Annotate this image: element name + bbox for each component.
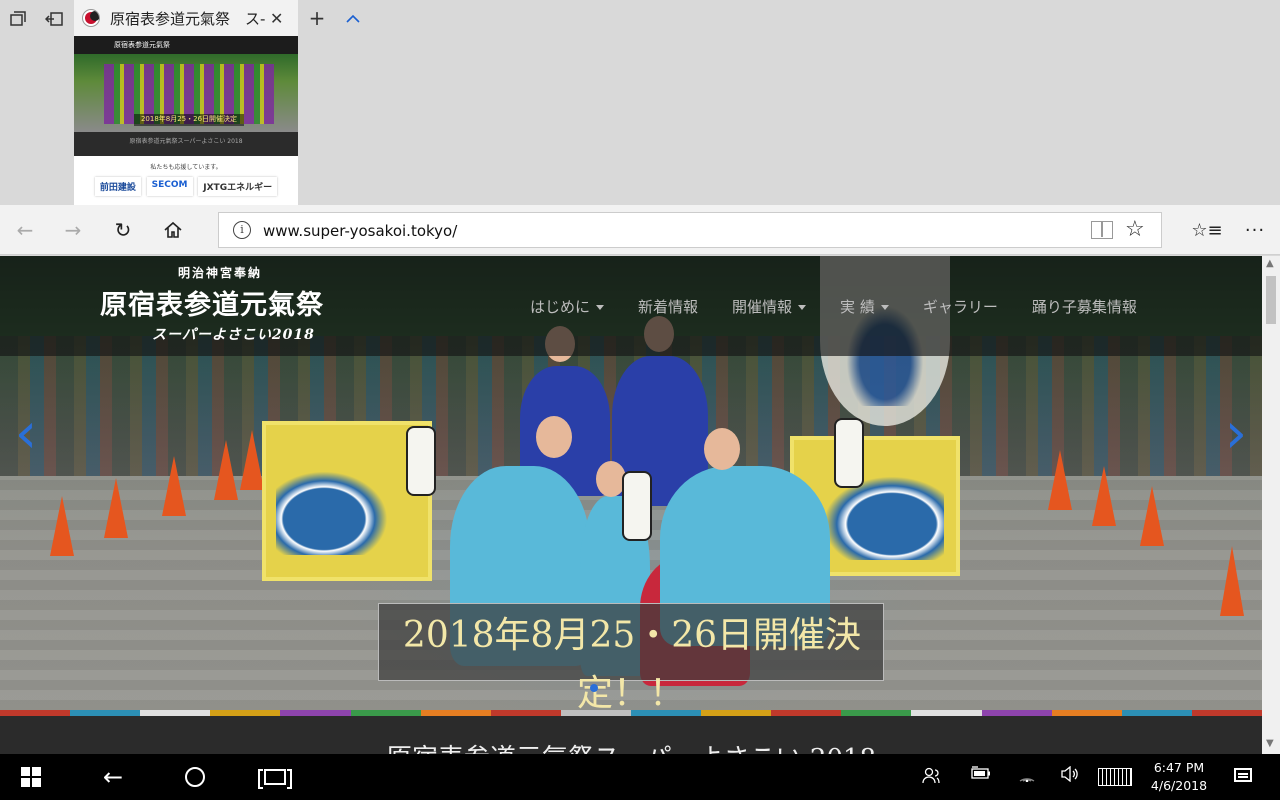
menu-item-dancer-recruitment[interactable]: 踊り子募集情報: [1032, 296, 1137, 317]
preview-sponsor-logos: 前田建設 SECOM JXTGエネルギー: [74, 177, 298, 196]
hub-favorites-icon[interactable]: ☆≡: [1191, 215, 1222, 245]
wifi-icon[interactable]: [1018, 766, 1036, 786]
preview-header: 原宿表参道元氣祭: [74, 36, 298, 54]
windows-taskbar: ← 6:47 PM 4/6/2018: [0, 754, 1280, 800]
tab-title: 原宿表参道元氣祭 ス‐: [110, 9, 266, 28]
close-tab-icon[interactable]: ✕: [270, 9, 283, 28]
chevron-down-icon: [596, 305, 605, 310]
preview-photo: 2018年8月25・26日開催決定: [74, 54, 298, 132]
menu-label: 開催情報: [732, 298, 793, 316]
active-tab[interactable]: 原宿表参道元氣祭 ス‐ ✕ 原宿表参道元氣祭 2018年8月25・26日開催決定…: [74, 0, 298, 205]
dancer-face: [536, 416, 572, 458]
battery-icon[interactable]: [970, 766, 992, 784]
start-button[interactable]: [16, 762, 46, 792]
logo-title: 原宿表参道元氣祭: [100, 290, 324, 321]
intro-section: 原宿表参道元氣祭スーパーよさこい 2018: [0, 716, 1262, 754]
logo-subtitle: スーパーよさこい2018: [152, 327, 315, 343]
slider-next-arrow-icon[interactable]: ›: [1216, 406, 1256, 462]
tab-preview[interactable]: 原宿表参道元氣祭 2018年8月25・26日開催決定 原宿表参道元氣祭スーパーよ…: [74, 36, 298, 205]
menu-label: ギャラリー: [922, 298, 998, 316]
page-scrollbar[interactable]: ▲ ▼: [1262, 256, 1280, 754]
task-view-icon: [258, 769, 292, 789]
menu-label: 実 績: [840, 298, 875, 316]
action-center-icon[interactable]: [1234, 768, 1252, 782]
scroll-down-arrow-icon[interactable]: ▼: [1266, 738, 1274, 749]
tab-strip: 原宿表参道元氣祭 ス‐ ✕ 原宿表参道元氣祭 2018年8月25・26日開催決定…: [0, 0, 1280, 205]
slide-caption: 2018年8月25・26日開催決: [402, 615, 862, 656]
paper-lantern: [834, 418, 864, 488]
menu-item-intro[interactable]: はじめに: [530, 296, 605, 317]
slider-prev-arrow-icon[interactable]: ‹: [6, 406, 46, 462]
traffic-cone: [1048, 450, 1072, 510]
site-menu: はじめに 新着情報 開催情報 実 績 ギャラリー 踊り子募集情報: [530, 296, 1137, 317]
traffic-cone: [1140, 486, 1164, 546]
menu-label: 踊り子募集情報: [1031, 298, 1137, 316]
tabs-set-aside-icon[interactable]: [5, 6, 31, 32]
forward-button[interactable]: →: [58, 215, 88, 245]
dancer-face: [704, 428, 740, 470]
cortana-icon: [185, 767, 205, 787]
traffic-cone: [214, 440, 238, 500]
paper-lantern: [622, 471, 652, 541]
slider-dot[interactable]: [590, 684, 598, 692]
page-viewport: 明治神宮奉納 原宿表参道元氣祭 スーパーよさこい2018 はじめに 新着情報 開…: [0, 256, 1262, 754]
touch-keyboard-icon[interactable]: [1098, 768, 1132, 786]
traffic-cone: [162, 456, 186, 516]
preview-subtitle: 原宿表参道元氣祭スーパーよさこい 2018: [74, 132, 298, 156]
show-aside-tabs-icon[interactable]: [41, 6, 67, 32]
windows-logo-icon: [21, 767, 41, 787]
traffic-cone: [50, 496, 74, 556]
navigation-bar: ← → ↻ i www.super-yosakoi.tokyo/ ☆ ☆≡ ··…: [0, 205, 1280, 255]
logo-tagline: 明治神宮奉納: [178, 266, 263, 280]
traffic-cone: [1220, 546, 1244, 616]
volume-icon[interactable]: [1060, 765, 1080, 786]
menu-label: はじめに: [530, 298, 591, 316]
traffic-cone: [240, 430, 264, 490]
menu-label: 新着情報: [638, 298, 699, 316]
clock-date: 4/6/2018: [1150, 778, 1208, 793]
sponsor-logo: 前田建設: [94, 177, 141, 196]
paper-lantern: [406, 426, 436, 496]
menu-item-gallery[interactable]: ギャラリー: [923, 296, 998, 317]
preview-sponsor-line: 私たちも応援しています。: [150, 164, 222, 171]
sponsor-logo: SECOM: [146, 177, 193, 196]
more-options-icon[interactable]: ···: [1240, 215, 1270, 245]
menu-item-news[interactable]: 新着情報: [638, 296, 698, 317]
home-button[interactable]: [158, 215, 188, 245]
slide-caption-continued: 定！！: [576, 673, 685, 714]
chevron-down-icon: [880, 305, 889, 310]
site-logo[interactable]: 明治神宮奉納 原宿表参道元氣祭 スーパーよさこい2018: [100, 264, 340, 348]
menu-item-results[interactable]: 実 績: [840, 296, 889, 317]
collapse-tab-previews-icon[interactable]: [342, 6, 364, 30]
site-info-icon[interactable]: i: [233, 221, 251, 239]
favorite-star-icon[interactable]: ☆: [1125, 217, 1145, 242]
menu-item-event-info[interactable]: 開催情報: [732, 296, 807, 317]
preview-caption: 2018年8月25・26日開催決定: [134, 114, 244, 126]
task-view-button[interactable]: [258, 762, 292, 792]
cortana-button[interactable]: [180, 762, 210, 792]
scroll-up-arrow-icon[interactable]: ▲: [1266, 258, 1274, 269]
reading-view-icon[interactable]: [1091, 221, 1113, 239]
slide-caption-box: 2018年8月25・26日開催決: [378, 603, 884, 681]
slider-dots: [590, 684, 598, 692]
system-clock[interactable]: 6:47 PM 4/6/2018: [1148, 759, 1210, 795]
tablet-back-button[interactable]: ←: [98, 762, 128, 792]
traffic-cone: [1092, 466, 1116, 526]
refresh-button[interactable]: ↻: [108, 215, 138, 245]
people-icon[interactable]: [922, 766, 940, 788]
site-header: 明治神宮奉納 原宿表参道元氣祭 スーパーよさこい2018 はじめに 新着情報 開…: [0, 256, 1262, 356]
sponsor-logo: JXTGエネルギー: [198, 177, 278, 196]
traffic-cone: [104, 478, 128, 538]
back-button[interactable]: ←: [10, 215, 40, 245]
clock-time: 6:47 PM: [1153, 760, 1205, 775]
address-url[interactable]: www.super-yosakoi.tokyo/: [263, 222, 457, 240]
favicon-icon: [82, 9, 100, 27]
chevron-down-icon: [798, 305, 807, 310]
scrollbar-thumb[interactable]: [1266, 276, 1276, 324]
new-tab-button[interactable]: +: [306, 6, 328, 30]
section-title: 原宿表参道元氣祭スーパーよさこい 2018: [0, 738, 1262, 754]
address-bar[interactable]: i www.super-yosakoi.tokyo/ ☆: [218, 212, 1162, 248]
